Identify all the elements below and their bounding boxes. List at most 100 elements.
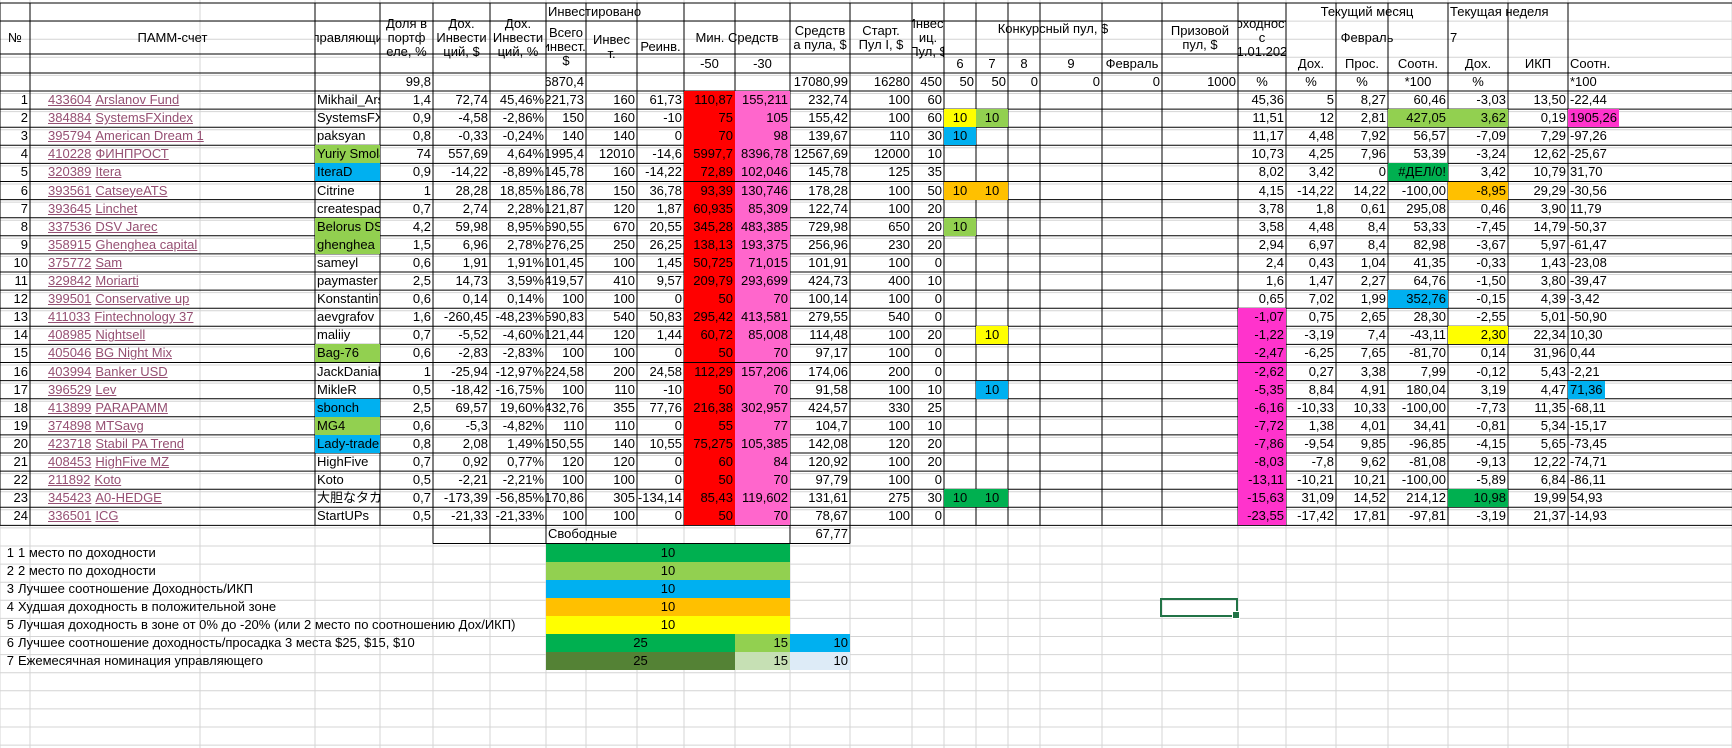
contest7-cell[interactable] [976, 145, 1008, 163]
prize-cell[interactable] [1162, 163, 1238, 181]
account-link[interactable]: 358915 Ghenghea capital [30, 236, 315, 254]
start-pool-cell[interactable]: 100 [850, 417, 912, 435]
week-ratio-cell[interactable]: 10,30 [1568, 326, 1605, 344]
reinv-cell[interactable]: -134,14 [637, 489, 684, 507]
yield-cell[interactable]: -1,07 [1238, 308, 1286, 327]
row-num[interactable]: 6 [0, 182, 30, 200]
week-ratio-cell[interactable]: -30,56 [1568, 182, 1609, 200]
week-inc-cell[interactable]: -0,15 [1448, 290, 1508, 308]
week-ratio-cell[interactable]: -14,93 [1568, 507, 1609, 525]
inv-pool-cell[interactable]: 50 [912, 182, 944, 200]
contest9-cell[interactable] [1040, 489, 1102, 507]
inc-pct-cell[interactable]: -0,24% [490, 127, 546, 145]
prize-cell[interactable] [1162, 145, 1238, 163]
legend-value-1[interactable]: 25 [546, 634, 735, 653]
contest9-cell[interactable] [1040, 182, 1102, 200]
share-cell[interactable]: 0,6 [380, 344, 433, 362]
week-ratio-cell[interactable]: -61,47 [1568, 236, 1609, 254]
start-pool-cell[interactable]: 275 [850, 489, 912, 507]
min50-cell[interactable]: 345,28 [684, 217, 735, 236]
reinv-cell[interactable]: 26,25 [637, 236, 684, 254]
col-invested[interactable]: Инвестировано [546, 3, 684, 21]
share-cell[interactable]: 0,8 [380, 435, 433, 453]
manager-cell[interactable]: sbonch [315, 398, 380, 417]
inc-usd-cell[interactable]: 0,92 [433, 453, 490, 471]
month-ratio-cell[interactable]: 427,05 [1388, 109, 1448, 128]
manager-cell[interactable]: Konstantin7770 [315, 290, 380, 308]
manager-cell[interactable]: IteraD [315, 163, 380, 182]
week-inc-cell[interactable]: -5,89 [1448, 471, 1508, 489]
inc-pct-cell[interactable]: -21,33% [490, 507, 546, 525]
inv-pool-cell[interactable]: 60 [912, 91, 944, 109]
col-cur-month[interactable]: Текущий месяц [1286, 3, 1448, 21]
legend-text[interactable]: Лучшая доходность в зоне от 0% до -20% (… [16, 616, 546, 634]
legend-text[interactable]: Ежемесячная номинация управляющего [16, 652, 546, 670]
prize-cell[interactable] [1162, 453, 1238, 471]
start-pool-cell[interactable]: 100 [850, 254, 912, 272]
contestfeb-cell[interactable] [1102, 236, 1162, 254]
pool-funds-cell[interactable]: 145,78 [790, 163, 850, 181]
total-inv-cell[interactable]: 419,57 [546, 272, 586, 290]
prize-cell[interactable] [1162, 507, 1238, 525]
share-cell[interactable]: 0,7 [380, 453, 433, 471]
month-dd-cell[interactable]: 14,22 [1336, 182, 1388, 200]
col-manager[interactable]: Управляющий [315, 3, 380, 73]
invest-cell[interactable]: 120 [586, 453, 637, 471]
inc-usd-cell[interactable]: 1,91 [433, 254, 490, 272]
contest6-cell[interactable]: 10 [944, 181, 976, 200]
min30-cell[interactable]: 157,206 [735, 362, 790, 381]
month-ratio-cell[interactable]: -100,00 [1388, 182, 1448, 200]
yield-cell[interactable]: 8,02 [1238, 163, 1286, 181]
month-ratio-cell[interactable]: -100,00 [1388, 471, 1448, 489]
col-c6[interactable]: 6 [944, 54, 976, 73]
min30-cell[interactable]: 84 [735, 453, 790, 472]
month-inc-cell[interactable]: 3,42 [1286, 163, 1336, 181]
inc-pct-cell[interactable]: -8,89% [490, 163, 546, 181]
contestfeb-cell[interactable] [1102, 435, 1162, 453]
total-inv[interactable]: 16870,4 [546, 73, 586, 91]
month-dd-cell[interactable]: 7,92 [1336, 127, 1388, 145]
week-inc-cell[interactable]: -7,45 [1448, 218, 1508, 236]
week-ratio-cell[interactable]: 11,79 [1568, 200, 1604, 218]
col-share[interactable]: Доля в портф еле, % [380, 3, 433, 73]
month-dd-cell[interactable]: 7,96 [1336, 145, 1388, 163]
week-inc-cell[interactable]: 0,46 [1448, 200, 1508, 218]
col-m50[interactable]: -50 [684, 54, 735, 73]
contest8-cell[interactable] [1008, 381, 1040, 399]
inc-pct-cell[interactable]: -4,82% [490, 417, 546, 435]
start-pool-cell[interactable]: 330 [850, 399, 912, 417]
inc-usd-cell[interactable]: -260,45 [433, 308, 490, 326]
manager-cell[interactable]: aevgrafov [315, 308, 380, 326]
prize-cell[interactable] [1162, 200, 1238, 218]
inv-pool-cell[interactable]: 20 [912, 435, 944, 453]
manager-cell[interactable]: Belorus DSV [315, 217, 380, 236]
min50-cell[interactable]: 60,72 [684, 326, 735, 345]
legend-num[interactable]: 1 [0, 544, 16, 562]
pool-funds-cell[interactable]: 114,48 [790, 326, 850, 344]
col-m-dd[interactable]: Прос. [1336, 54, 1388, 73]
prize-cell[interactable] [1162, 218, 1238, 236]
week-ikp-cell[interactable]: 4,39 [1508, 290, 1568, 308]
inv-pool-cell[interactable]: 20 [912, 218, 944, 236]
week-inc-cell[interactable]: -7,73 [1448, 399, 1508, 417]
share-cell[interactable]: 0,6 [380, 254, 433, 272]
contest7-cell[interactable] [976, 435, 1008, 453]
contest8-cell[interactable] [1008, 326, 1040, 344]
min30-cell[interactable]: 293,699 [735, 272, 790, 291]
yield-cell[interactable]: 11,17 [1238, 127, 1286, 145]
yield-cell[interactable]: 2,94 [1238, 236, 1286, 254]
inv-pool-cell[interactable]: 35 [912, 163, 944, 181]
yield-cell[interactable]: -2,47 [1238, 344, 1286, 363]
month-ratio-cell[interactable]: -43,11 [1388, 326, 1448, 344]
week-ratio-cell[interactable]: -22,44 [1568, 91, 1609, 109]
prize-cell[interactable] [1162, 91, 1238, 109]
week-ratio-cell[interactable]: -97,26 [1568, 127, 1609, 145]
inv-pool-cell[interactable]: 10 [912, 417, 944, 435]
legend-num[interactable]: 4 [0, 598, 16, 616]
contestfeb-cell[interactable] [1102, 344, 1162, 362]
yield-cell[interactable]: -15,63 [1238, 489, 1286, 508]
share-cell[interactable]: 1,4 [380, 91, 433, 109]
month-dd-cell[interactable]: 10,33 [1336, 399, 1388, 417]
reinv-cell[interactable]: 0 [637, 344, 684, 362]
inc-pct-cell[interactable]: -48,23% [490, 308, 546, 326]
